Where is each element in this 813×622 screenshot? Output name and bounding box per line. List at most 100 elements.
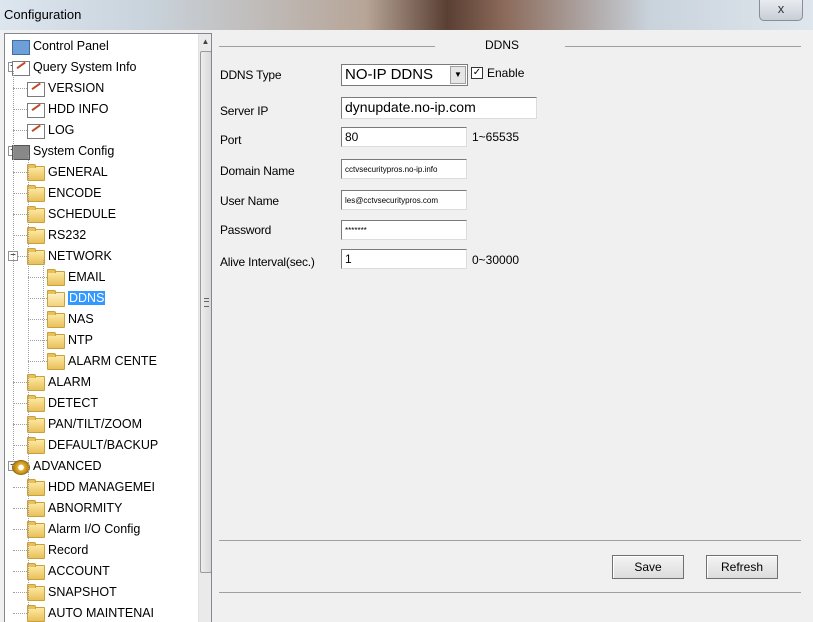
tree-item[interactable]: NAS [5, 309, 196, 330]
tree-item[interactable]: EMAIL [5, 267, 196, 288]
folder-open-icon [47, 290, 65, 307]
document-edit-icon [12, 61, 30, 76]
enable-checkbox[interactable]: ✓ [471, 67, 483, 79]
tree-item[interactable]: RS232 [5, 225, 196, 246]
title-bar: Configuration x [0, 0, 813, 30]
tree-item[interactable]: PAN/TILT/ZOOM [5, 414, 196, 435]
tree-item[interactable]: AUTO MAINTENAI [5, 603, 196, 622]
ddns-type-label: DDNS Type [220, 68, 282, 82]
tree-item[interactable]: LOG [5, 120, 196, 141]
password-field[interactable]: ******* [341, 220, 467, 240]
tree-item-label: DDNS [68, 291, 106, 305]
tree-item[interactable]: DDNS [5, 288, 196, 309]
grip-icon [204, 298, 209, 307]
alive-interval-range: 0~30000 [472, 253, 520, 267]
tree-connector [13, 508, 27, 509]
ddns-panel: DDNS DDNS Type NO-IP DDNS ▼ ✓ Enable Ser… [215, 33, 813, 621]
tree-connector [13, 613, 27, 614]
port-label: Port [220, 133, 242, 147]
config-tree[interactable]: Control Panel −Query System Info VERSION HD… [4, 33, 212, 622]
tree-item[interactable]: Alarm I/O Config [5, 519, 196, 540]
tree-connector [13, 403, 27, 404]
tree-item[interactable]: GENERAL [5, 162, 196, 183]
tree-item-label: PAN/TILT/ZOOM [48, 417, 142, 431]
tree-item-label: ADVANCED [33, 459, 102, 473]
scroll-up-arrow-icon[interactable]: ▲ [199, 34, 211, 50]
tree-item-label: AUTO MAINTENAI [48, 606, 155, 620]
document-edit-icon [27, 82, 45, 97]
folder-icon [27, 500, 45, 517]
domain-name-field[interactable]: cctvsecuritypros.no-ip.info [341, 159, 467, 179]
folder-icon [47, 311, 65, 328]
tree-item[interactable]: Record [5, 540, 196, 561]
user-name-field[interactable]: les@cctvsecuritypros.com [341, 190, 467, 210]
tree-connector [13, 382, 27, 383]
tree-item-label: DEFAULT/BACKUP [48, 438, 159, 452]
password-label: Password [220, 223, 272, 237]
tree-item[interactable]: ABNORMITY [5, 498, 196, 519]
tree-item-label: GENERAL [48, 165, 108, 179]
tree-item-label: HDD INFO [48, 102, 109, 116]
group-line-left [219, 46, 435, 47]
tree-item[interactable]: −System Config [5, 141, 196, 162]
folder-icon [27, 164, 45, 181]
divider-top [219, 540, 801, 541]
tree-connector [28, 361, 47, 362]
group-title: DDNS [485, 38, 520, 52]
tree-item[interactable]: HDD MANAGEMEI [5, 477, 196, 498]
monitor-icon [12, 40, 30, 55]
tree-connector [13, 235, 27, 236]
close-icon: x [777, 1, 785, 16]
tree-item[interactable]: SCHEDULE [5, 204, 196, 225]
tree-item[interactable]: −ADVANCED [5, 456, 196, 477]
ddns-type-select[interactable]: NO-IP DDNS ▼ [341, 64, 468, 86]
tree-item[interactable]: HDD INFO [5, 99, 196, 120]
chevron-down-icon[interactable]: ▼ [450, 66, 466, 84]
tree-item-label: ACCOUNT [48, 564, 110, 578]
folder-icon [27, 542, 45, 559]
tree-item-label: Alarm I/O Config [48, 522, 141, 536]
tree-connector [28, 340, 47, 341]
tree-item-label: SCHEDULE [48, 207, 117, 221]
tree-item-label: EMAIL [68, 270, 106, 284]
tree-item[interactable]: ENCODE [5, 183, 196, 204]
tree-connector [13, 592, 27, 593]
folder-icon [27, 206, 45, 223]
tree-connector [13, 571, 27, 572]
folder-icon [27, 563, 45, 580]
tree-connector [13, 445, 27, 446]
tree-item-label: LOG [48, 123, 75, 137]
tree-item[interactable]: NTP [5, 330, 196, 351]
save-button[interactable]: Save [612, 555, 684, 579]
port-field[interactable]: 80 [341, 127, 467, 147]
tree-item[interactable]: ALARM CENTE [5, 351, 196, 372]
tree-item[interactable]: DETECT [5, 393, 196, 414]
close-button[interactable]: x [759, 0, 803, 21]
tree-item[interactable]: SNAPSHOT [5, 582, 196, 603]
alive-interval-field[interactable]: 1 [341, 249, 467, 269]
user-name-label: User Name [220, 194, 279, 208]
folder-icon [27, 185, 45, 202]
tree-scrollbar[interactable]: ▲ [198, 34, 211, 622]
tree-connector [13, 109, 27, 110]
port-range: 1~65535 [472, 130, 520, 144]
server-ip-field[interactable]: dynupdate.no-ip.com [341, 97, 537, 119]
tree-connector [13, 130, 27, 131]
tree-guide-line [28, 155, 29, 613]
tree-item-label: Control Panel [33, 39, 109, 53]
tree-item[interactable]: ALARM [5, 372, 196, 393]
tree-item[interactable]: ACCOUNT [5, 561, 196, 582]
tree-item[interactable]: DEFAULT/BACKUP [5, 435, 196, 456]
tree-item-label: NAS [68, 312, 94, 326]
tree-connector [13, 214, 27, 215]
tree-item[interactable]: Control Panel [5, 36, 196, 57]
tree-item[interactable]: −Query System Info [5, 57, 196, 78]
refresh-button[interactable]: Refresh [706, 555, 778, 579]
tree-item[interactable]: − NETWORK [5, 246, 196, 267]
tree-connector [28, 298, 47, 299]
tree-connector [13, 193, 27, 194]
scrollbar-thumb[interactable] [200, 51, 211, 573]
tree-item-label: Record [48, 543, 89, 557]
folder-icon [27, 521, 45, 538]
tree-item[interactable]: VERSION [5, 78, 196, 99]
